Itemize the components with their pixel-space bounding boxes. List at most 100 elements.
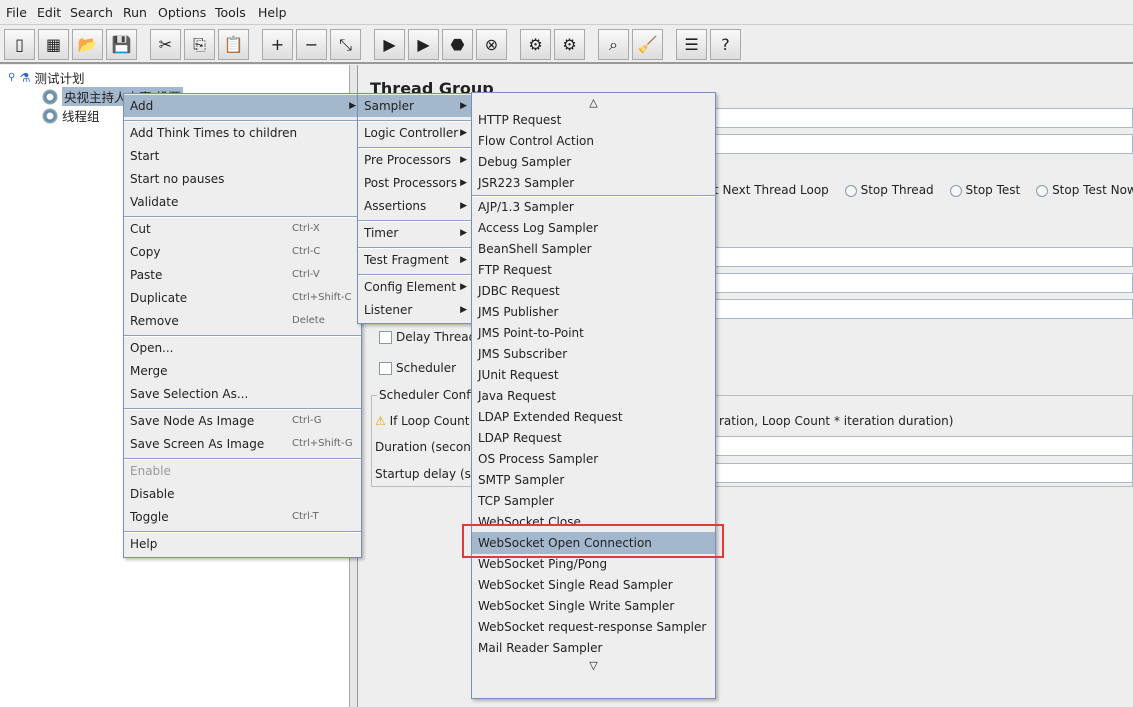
menu-item-open[interactable]: Open... — [124, 337, 361, 359]
menu-item-jms-publisher[interactable]: JMS Publisher — [472, 301, 715, 323]
menu-item-copy[interactable]: Copy Ctrl-C — [124, 241, 361, 263]
threads-field[interactable] — [709, 247, 1133, 267]
menu-search[interactable]: Search — [70, 5, 113, 20]
radio-stop-test[interactable]: Stop Test — [949, 183, 1020, 197]
menu-item-flow-control-action[interactable]: Flow Control Action — [472, 130, 715, 152]
menu-item-beanshell-sampler[interactable]: BeanShell Sampler — [472, 238, 715, 260]
menu-item-listener[interactable]: Listener ▶ — [358, 299, 472, 321]
menu-item-toggle[interactable]: Toggle Ctrl-T — [124, 506, 361, 528]
radio-stop-test-now[interactable]: Stop Test Now — [1036, 183, 1133, 197]
reset-search-button[interactable]: 🧹 — [632, 29, 663, 60]
menu-item-test-fragment[interactable]: Test Fragment ▶ — [358, 249, 472, 271]
menu-item-sampler[interactable]: Sampler ▶ — [358, 95, 472, 117]
menu-item-paste[interactable]: Paste Ctrl-V — [124, 264, 361, 286]
menu-item-cut[interactable]: Cut Ctrl-X — [124, 218, 361, 240]
duration-field[interactable] — [709, 436, 1133, 456]
menu-tools[interactable]: Tools — [215, 5, 246, 20]
menu-item-label: FTP Request — [478, 263, 552, 277]
menu-item-ldap-extended-request[interactable]: LDAP Extended Request — [472, 406, 715, 428]
menu-item-validate[interactable]: Validate — [124, 191, 361, 213]
menu-item-smtp-sampler[interactable]: SMTP Sampler — [472, 469, 715, 491]
menu-item-debug-sampler[interactable]: Debug Sampler — [472, 151, 715, 173]
menu-item-save-selection-as[interactable]: Save Selection As... — [124, 383, 361, 405]
menu-item-remove[interactable]: Remove Delete — [124, 310, 361, 332]
menu-run[interactable]: Run — [123, 5, 147, 20]
menu-item-ftp-request[interactable]: FTP Request — [472, 259, 715, 281]
loop-count-field[interactable] — [709, 299, 1133, 319]
shortcut-label: Ctrl-C — [292, 246, 321, 257]
menu-item-save-node-as-image[interactable]: Save Node As Image Ctrl-G — [124, 410, 361, 432]
menu-item-jms-point-to-point[interactable]: JMS Point-to-Point — [472, 322, 715, 344]
start-no-pauses-button[interactable]: ▶ — [408, 29, 439, 60]
open-button[interactable]: 📂 — [72, 29, 103, 60]
menu-item-post-processors[interactable]: Post Processors ▶ — [358, 172, 472, 194]
tree-node-root[interactable]: ⚲ ⚗ 测试计划 — [8, 68, 85, 87]
toggle-button[interactable]: ⤡ — [330, 29, 361, 60]
menu-item-jdbc-request[interactable]: JDBC Request — [472, 280, 715, 302]
save-button[interactable]: 💾 — [106, 29, 137, 60]
search-button[interactable]: ⌕ — [598, 29, 629, 60]
tree-node-thread-group-2[interactable]: 线程组 — [42, 106, 100, 125]
menu-item-config-element[interactable]: Config Element ▶ — [358, 276, 472, 298]
shutdown-button[interactable]: ⊗ — [476, 29, 507, 60]
templates-button[interactable]: ▦ — [38, 29, 69, 60]
menu-item-add-think-times-to-children[interactable]: Add Think Times to children — [124, 122, 361, 144]
copy-button[interactable]: ⎘ — [184, 29, 215, 60]
collapse-button[interactable]: − — [296, 29, 327, 60]
menu-item-http-request[interactable]: HTTP Request — [472, 109, 715, 131]
function-helper-button[interactable]: ☰ — [676, 29, 707, 60]
menu-item-os-process-sampler[interactable]: OS Process Sampler — [472, 448, 715, 470]
clear-all-button[interactable]: ⚙ — [554, 29, 585, 60]
menu-item-start-no-pauses[interactable]: Start no pauses — [124, 168, 361, 190]
menu-item-merge[interactable]: Merge — [124, 360, 361, 382]
menu-item-java-request[interactable]: Java Request — [472, 385, 715, 407]
menu-item-tcp-sampler[interactable]: TCP Sampler — [472, 490, 715, 512]
help-button[interactable]: ? — [710, 29, 741, 60]
delay-thread-checkbox[interactable]: Delay Thread — [379, 330, 476, 344]
scroll-down-arrow[interactable]: ▽ — [472, 659, 715, 672]
menu-item-disable[interactable]: Disable — [124, 483, 361, 505]
menu-item-enable[interactable]: Enable — [124, 460, 361, 482]
menu-item-label: Config Element — [364, 280, 456, 294]
menu-item-logic-controller[interactable]: Logic Controller ▶ — [358, 122, 472, 144]
new-button[interactable]: ▯ — [4, 29, 35, 60]
menu-item-timer[interactable]: Timer ▶ — [358, 222, 472, 244]
menu-item-help[interactable]: Help — [124, 533, 361, 555]
menu-file[interactable]: File — [6, 5, 27, 20]
menu-item-jms-subscriber[interactable]: JMS Subscriber — [472, 343, 715, 365]
clear-button[interactable]: ⚙ — [520, 29, 551, 60]
menu-item-mail-reader-sampler[interactable]: Mail Reader Sampler — [472, 637, 715, 659]
scheduler-checkbox[interactable]: Scheduler — [379, 361, 456, 375]
ramp-up-field[interactable] — [709, 273, 1133, 293]
menu-item-assertions[interactable]: Assertions ▶ — [358, 195, 472, 217]
comments-field[interactable] — [709, 134, 1133, 154]
menu-item-pre-processors[interactable]: Pre Processors ▶ — [358, 149, 472, 171]
stop-button[interactable]: ⬣ — [442, 29, 473, 60]
menu-item-label: Paste — [130, 268, 163, 282]
menu-options[interactable]: Options — [158, 5, 206, 20]
radio-stop-thread[interactable]: Stop Thread — [844, 183, 934, 197]
menu-item-websocket-request-response-sampler[interactable]: WebSocket request-response Sampler — [472, 616, 715, 638]
menu-item-save-screen-as-image[interactable]: Save Screen As Image Ctrl+Shift-G — [124, 433, 361, 455]
menu-item-ajp-1-3-sampler[interactable]: AJP/1.3 Sampler — [472, 196, 715, 218]
start-button[interactable]: ▶ — [374, 29, 405, 60]
expand-button[interactable]: + — [262, 29, 293, 60]
menu-item-access-log-sampler[interactable]: Access Log Sampler — [472, 217, 715, 239]
paste-button[interactable]: 📋 — [218, 29, 249, 60]
menu-item-ldap-request[interactable]: LDAP Request — [472, 427, 715, 449]
menu-item-websocket-single-write-sampler[interactable]: WebSocket Single Write Sampler — [472, 595, 715, 617]
menu-item-websocket-single-read-sampler[interactable]: WebSocket Single Read Sampler — [472, 574, 715, 596]
cut-button[interactable]: ✂ — [150, 29, 181, 60]
scroll-up-arrow[interactable]: △ — [472, 96, 715, 109]
startup-delay-field[interactable] — [709, 463, 1133, 483]
templates-icon: ▦ — [45, 35, 62, 54]
menu-item-label: TCP Sampler — [478, 494, 554, 508]
menu-item-duplicate[interactable]: Duplicate Ctrl+Shift-C — [124, 287, 361, 309]
menu-item-start[interactable]: Start — [124, 145, 361, 167]
menu-item-add[interactable]: Add ▶ — [124, 95, 361, 117]
name-field[interactable] — [709, 108, 1133, 128]
menu-edit[interactable]: Edit — [37, 5, 61, 20]
menu-item-junit-request[interactable]: JUnit Request — [472, 364, 715, 386]
menu-help[interactable]: Help — [258, 5, 287, 20]
menu-item-jsr223-sampler[interactable]: JSR223 Sampler — [472, 172, 715, 194]
